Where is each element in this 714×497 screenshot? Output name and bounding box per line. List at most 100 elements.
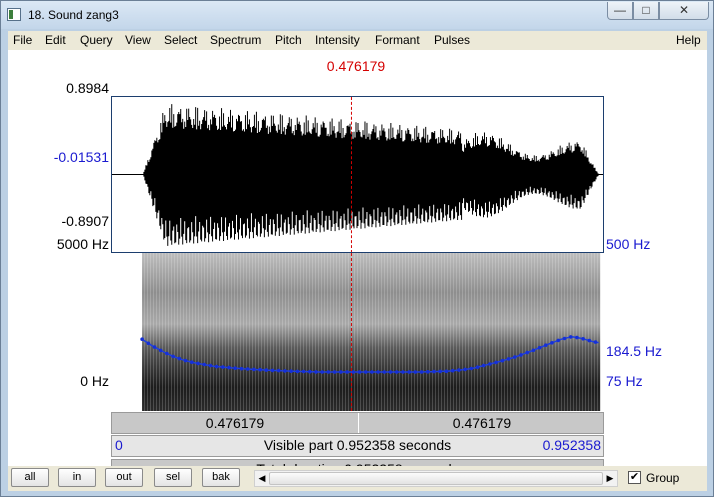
spectrogram-striations	[142, 253, 601, 411]
pitch-point	[214, 364, 219, 369]
pitch-point	[457, 368, 461, 372]
pitch-point	[550, 341, 554, 345]
pitch-point	[283, 369, 287, 373]
menu-edit[interactable]: Edit	[45, 33, 66, 47]
left-time-cell[interactable]: 0.476179	[112, 413, 358, 433]
pitch-point	[450, 368, 455, 373]
menu-formant[interactable]: Formant	[375, 33, 420, 47]
minimize-button[interactable]: —	[607, 2, 633, 20]
pitch-point	[500, 358, 505, 363]
pitch-point	[276, 368, 281, 373]
pitch-point	[481, 363, 486, 368]
maximize-button[interactable]: □	[633, 2, 659, 20]
visible-part-bar[interactable]: 0 Visible part 0.952358 seconds 0.952358	[111, 435, 604, 457]
pitch-point	[376, 370, 380, 374]
pitch-point	[413, 370, 418, 374]
menu-view[interactable]: View	[125, 33, 151, 47]
menu-file[interactable]: File	[13, 33, 32, 47]
close-button[interactable]: ✕	[659, 2, 709, 20]
pitch-point	[190, 360, 194, 364]
menu-pulses[interactable]: Pulses	[434, 33, 470, 47]
pitch-point	[264, 368, 269, 372]
pitch-point	[444, 369, 449, 374]
window-title: 18. Sound zang3	[28, 8, 119, 22]
pitch-point	[165, 351, 169, 356]
pitch-point	[575, 335, 579, 340]
menu-spectrum[interactable]: Spectrum	[210, 33, 261, 47]
pitch-point	[152, 345, 157, 349]
right-time-cell[interactable]: 0.476179	[359, 413, 605, 433]
pitch-point	[494, 360, 498, 365]
spectrogram-panel[interactable]	[111, 253, 604, 411]
pitch-point	[419, 370, 424, 374]
pitch-point	[202, 362, 206, 367]
pitch-point	[196, 361, 200, 366]
spectrogram-max-label: 5000 Hz	[56, 236, 109, 252]
pitch-point	[245, 367, 250, 371]
pitch-point	[544, 343, 548, 347]
waveform-trace	[143, 104, 600, 246]
pitch-point	[320, 370, 324, 374]
pitch-point	[146, 341, 151, 346]
pitch-min-label: 75 Hz	[606, 373, 643, 389]
pitch-point	[537, 345, 542, 350]
menu-intensity[interactable]: Intensity	[315, 33, 360, 47]
pitch-point	[233, 366, 237, 370]
pitch-point	[301, 369, 306, 374]
cursor-time-bar[interactable]: 0.476179 0.476179	[111, 412, 604, 434]
pitch-point	[568, 335, 573, 339]
pitch-point	[531, 348, 536, 353]
pitch-point	[140, 337, 144, 341]
pitch-point	[394, 370, 399, 374]
pitch-point	[326, 370, 331, 374]
menu-help[interactable]: Help	[676, 33, 701, 47]
pitch-point	[382, 370, 387, 374]
scroll-thumb[interactable]	[269, 472, 603, 485]
pitch-cursor-label: 184.5 Hz	[606, 343, 663, 359]
menu-select[interactable]: Select	[164, 33, 197, 47]
pitch-point	[426, 370, 430, 374]
pitch-point	[488, 362, 492, 366]
pitch-point	[513, 355, 517, 359]
zoom-all-button[interactable]: all	[11, 468, 49, 487]
pitch-point	[295, 369, 300, 374]
scroll-right-arrow-icon[interactable]: ▶	[603, 471, 617, 486]
pitch-point	[475, 365, 480, 369]
pitch-point	[469, 366, 474, 371]
group-checkbox[interactable]: ✔	[628, 471, 641, 484]
menu-pitch[interactable]: Pitch	[275, 33, 302, 47]
title-bar[interactable]: 18. Sound zang3 — □ ✕	[1, 1, 713, 29]
pitch-point	[581, 337, 585, 341]
cursor-time-label: 0.476179	[326, 58, 386, 74]
pitch-point	[177, 356, 182, 361]
pitch-point	[401, 370, 405, 374]
waveform-max-label: 0.8984	[66, 80, 109, 96]
pitch-point	[357, 370, 362, 374]
signal-area[interactable]: 0.476179 0.8984 -0.01531 -0.8907 5000 Hz…	[8, 50, 707, 486]
pitch-point	[506, 357, 511, 361]
zoom-back-button[interactable]: bak	[202, 468, 240, 487]
waveform-min-label: -0.8907	[61, 213, 109, 229]
menu-query[interactable]: Query	[80, 33, 113, 47]
pitch-point	[562, 336, 567, 341]
zoom-selection-button[interactable]: sel	[154, 468, 192, 487]
waveform-panel[interactable]	[111, 96, 604, 253]
pitch-max-label: 500 Hz	[606, 236, 651, 252]
pitch-point	[158, 348, 163, 353]
pitch-point	[432, 369, 436, 374]
visible-part-text: Visible part 0.952358 seconds	[263, 437, 452, 453]
pitch-point	[363, 370, 368, 374]
pitch-point	[227, 365, 231, 370]
group-checkbox-label: Group	[646, 471, 680, 485]
pitch-point	[258, 367, 262, 372]
scroll-left-arrow-icon[interactable]: ◀	[255, 471, 269, 486]
horizontal-scrollbar[interactable]: ◀ ▶	[254, 470, 618, 487]
pitch-point	[289, 369, 293, 373]
zoom-out-button[interactable]: out	[105, 468, 143, 487]
menu-bar: File Edit Query View Select Spectrum Pit…	[8, 31, 707, 50]
zoom-in-button[interactable]: in	[58, 468, 96, 487]
pitch-point	[208, 363, 213, 368]
pitch-point	[270, 368, 275, 373]
pitch-point	[171, 354, 175, 359]
waveform-cursor-value: -0.01531	[53, 149, 109, 165]
